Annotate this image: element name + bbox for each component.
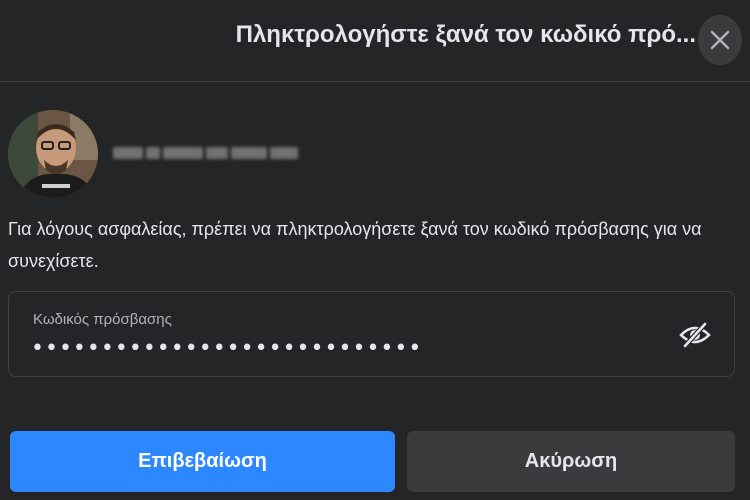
password-label: Κωδικός πρόσβασης xyxy=(33,311,172,328)
dialog-header: Πληκτρολογήστε ξανά τον κωδικό πρό... xyxy=(0,0,750,82)
close-button[interactable] xyxy=(698,15,742,65)
user-row xyxy=(8,110,408,198)
profile-photo-icon xyxy=(8,110,98,198)
redacted-user-name xyxy=(113,140,313,166)
eye-slash-icon xyxy=(679,322,711,348)
cancel-button[interactable]: Ακύρωση xyxy=(407,431,735,492)
security-message: Για λόγους ασφαλείας, πρέπει να πληκτρολ… xyxy=(8,219,702,271)
close-icon xyxy=(710,30,730,50)
dialog-title: Πληκτρολογήστε ξανά τον κωδικό πρό... xyxy=(235,21,696,48)
password-input[interactable] xyxy=(31,336,651,361)
reauth-dialog: Πληκτρολογήστε ξανά τον κωδικό πρό... Γι… xyxy=(0,0,750,500)
password-field[interactable]: Κωδικός πρόσβασης xyxy=(8,291,735,377)
toggle-password-visibility-button[interactable] xyxy=(677,320,713,350)
avatar xyxy=(8,110,98,198)
confirm-button[interactable]: Επιβεβαίωση xyxy=(10,431,395,492)
